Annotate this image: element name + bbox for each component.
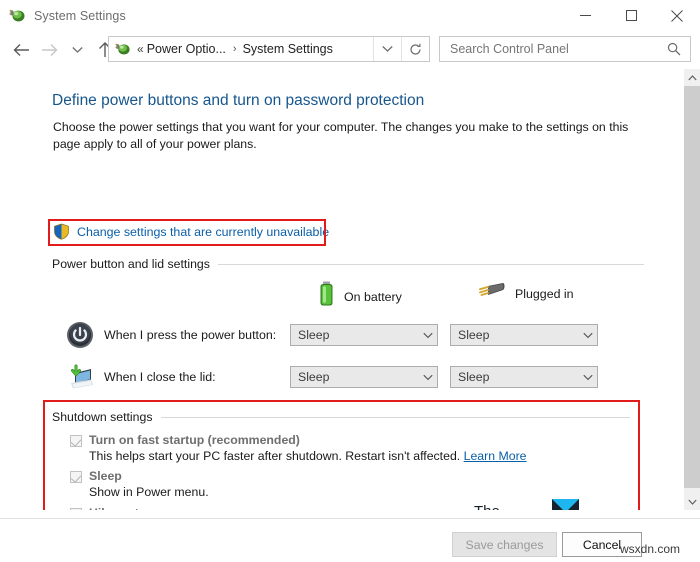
dropdown-close-lid-plugged-in-value: Sleep (458, 370, 490, 384)
checkbox-label-hibernate: Hibernate (89, 506, 146, 510)
checkbox-sleep[interactable] (70, 471, 82, 483)
checkbox-item-sleep: Sleep Show in Power menu. (70, 469, 209, 499)
system-settings-window: System Settings « Power Optio... › Syste… (0, 0, 700, 562)
checkbox-item-hibernate: Hibernate Show in Power menu. (70, 506, 209, 510)
footer-divider (0, 518, 700, 519)
change-settings-link[interactable]: Change settings that are currently unava… (77, 225, 329, 239)
minimize-icon[interactable] (562, 0, 608, 31)
fast-startup-description-text: This helps start your PC faster after sh… (89, 449, 461, 463)
search-box[interactable] (439, 36, 691, 62)
dropdown-close-lid-on-battery-value: Sleep (298, 370, 330, 384)
save-changes-button[interactable]: Save changes (452, 532, 557, 557)
breadcrumb-separator: › (232, 43, 237, 55)
scroll-down-chevron-down-icon[interactable] (684, 493, 700, 510)
checkbox-description-sleep: Show in Power menu. (89, 485, 209, 499)
chevron-down-icon[interactable] (418, 332, 437, 339)
checkbox-item-fast-startup: Turn on fast startup (recommended) This … (70, 433, 527, 463)
refresh-icon[interactable] (401, 37, 429, 61)
dropdown-power-button-plugged-in[interactable]: Sleep (450, 324, 598, 346)
vertical-scrollbar[interactable] (684, 69, 700, 510)
dropdown-close-lid-on-battery[interactable]: Sleep (290, 366, 438, 388)
change-settings-link-row[interactable]: Change settings that are currently unava… (53, 223, 329, 240)
recent-pages-chevron-down-icon[interactable] (63, 35, 91, 65)
window-title: System Settings (34, 8, 126, 23)
checkbox-label-fast-startup: Turn on fast startup (recommended) (89, 433, 300, 447)
site-watermark: wsxdn.com (620, 542, 681, 556)
power-plug-icon (478, 281, 506, 306)
page-title: Define power buttons and turn on passwor… (52, 92, 425, 109)
chevron-down-icon[interactable] (578, 374, 597, 381)
search-icon[interactable] (662, 42, 686, 56)
scroll-up-chevron-up-icon[interactable] (684, 69, 700, 86)
power-settings-group-header: Power button and lid settings (52, 257, 644, 271)
dropdown-power-button-on-battery-value: Sleep (298, 328, 330, 342)
thewindowsclub-logo: The WindowsClub (474, 499, 579, 510)
battery-icon (318, 281, 335, 312)
setting-label-close-lid: When I close the lid: (104, 370, 216, 384)
power-settings-group-label: Power button and lid settings (52, 257, 210, 271)
column-header-plugged-in-label: Plugged in (515, 286, 574, 301)
power-button-icon (66, 321, 94, 349)
forward-arrow-icon (35, 35, 63, 65)
breadcrumb-overflow[interactable]: « (137, 42, 144, 56)
setting-label-power-button: When I press the power button: (104, 328, 277, 342)
window-controls (562, 0, 700, 31)
back-arrow-icon[interactable] (7, 35, 35, 65)
page-description: Choose the power settings that you want … (53, 120, 629, 151)
settings-content: Define power buttons and turn on passwor… (0, 69, 684, 510)
address-chevron-down-icon[interactable] (373, 37, 400, 61)
scrollbar-thumb[interactable] (684, 86, 700, 488)
dropdown-power-button-on-battery[interactable]: Sleep (290, 324, 438, 346)
breadcrumb-item-power-options[interactable]: Power Optio... (147, 42, 226, 56)
shutdown-settings-group-label: Shutdown settings (52, 410, 153, 424)
group-divider (217, 263, 644, 265)
chevron-down-icon[interactable] (418, 374, 437, 381)
checkbox-description-fast-startup: This helps start your PC faster after sh… (89, 449, 527, 463)
title-bar: System Settings (0, 0, 700, 31)
column-header-on-battery-label: On battery (344, 289, 402, 304)
shield-icon (53, 223, 70, 240)
laptop-lid-icon (66, 363, 94, 391)
thewindowsclub-logo-mark (552, 499, 579, 510)
dropdown-power-button-plugged-in-value: Sleep (458, 328, 490, 342)
group-divider (160, 416, 630, 418)
setting-row-close-lid: When I close the lid: (66, 363, 216, 391)
dropdown-close-lid-plugged-in[interactable]: Sleep (450, 366, 598, 388)
address-bar[interactable]: « Power Optio... › System Settings (108, 36, 430, 62)
close-icon[interactable] (654, 0, 700, 31)
learn-more-link[interactable]: Learn More (464, 449, 527, 463)
chevron-down-icon[interactable] (578, 332, 597, 339)
power-options-icon (9, 7, 26, 24)
checkbox-hibernate[interactable] (70, 508, 82, 510)
setting-row-power-button: When I press the power button: (66, 321, 276, 349)
shutdown-settings-group-header: Shutdown settings (52, 410, 630, 424)
column-header-on-battery: On battery (318, 281, 402, 312)
maximize-icon[interactable] (608, 0, 654, 31)
column-header-plugged-in: Plugged in (478, 281, 574, 306)
breadcrumb-item-system-settings[interactable]: System Settings (243, 42, 333, 56)
checkbox-fast-startup[interactable] (70, 435, 82, 447)
power-options-icon (115, 41, 131, 57)
checkbox-label-sleep: Sleep (89, 469, 122, 483)
search-input[interactable] (448, 41, 662, 57)
